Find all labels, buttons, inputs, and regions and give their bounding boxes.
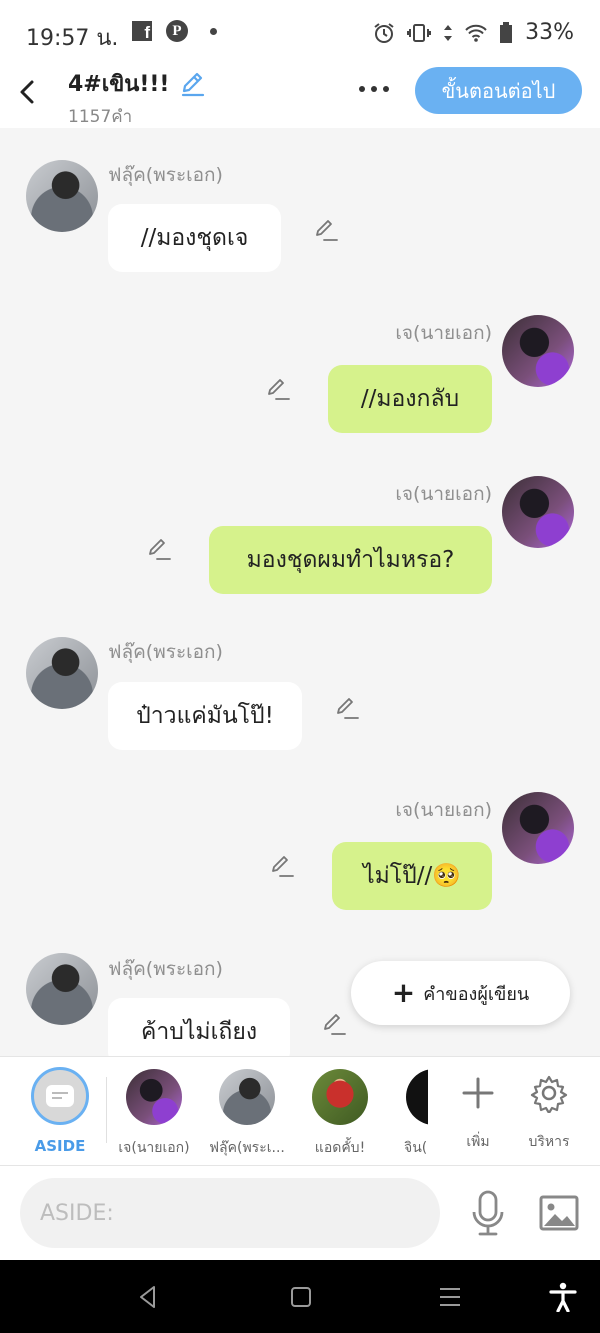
chat-bubble-icon xyxy=(46,1085,74,1107)
edit-message-icon[interactable] xyxy=(333,694,361,722)
more-dot-icon xyxy=(371,86,377,92)
chat-area[interactable]: ฟลุ๊ค(พระเอก) //มองชุดเจ เจ(นายเอก) //มอ… xyxy=(0,128,600,1056)
avatar-jay[interactable] xyxy=(502,315,574,387)
battery-percentage: 33% xyxy=(525,20,574,45)
message-bubble[interactable]: มองชุดผมทำไมหรอ? xyxy=(209,526,492,594)
character-label: ASIDE xyxy=(34,1137,86,1155)
add-label: เพิ่ม xyxy=(466,1134,490,1150)
message-input[interactable]: ASIDE: xyxy=(20,1178,440,1248)
header: 4#เขิน!!! 1157คำ ขั้นตอนต่อไป xyxy=(0,66,600,128)
character-jin[interactable]: จิน( xyxy=(398,1057,428,1166)
avatar-jay[interactable] xyxy=(502,476,574,548)
add-character-button[interactable]: เพิ่ม xyxy=(448,1057,508,1166)
character-flook[interactable]: ฟลุ๊ค(พระเ... xyxy=(204,1057,290,1166)
edit-message-icon[interactable] xyxy=(268,852,296,880)
system-nav-bar xyxy=(0,1260,600,1333)
avatar-flook[interactable] xyxy=(26,953,98,1025)
character-name: เจ(นายเอก) xyxy=(395,483,492,505)
edit-message-icon[interactable] xyxy=(145,535,173,563)
nav-recents-icon[interactable] xyxy=(437,1284,463,1310)
microphone-icon[interactable] xyxy=(470,1190,506,1236)
character-ted[interactable]: แอดคั้บ! xyxy=(300,1057,380,1166)
status-time: 19:57 น. xyxy=(26,26,119,51)
vibrate-icon xyxy=(407,23,432,42)
more-options-button[interactable] xyxy=(354,76,394,102)
image-icon[interactable] xyxy=(538,1192,580,1234)
avatar-jin xyxy=(406,1069,428,1125)
manage-button[interactable]: บริหาร xyxy=(518,1057,580,1166)
character-label: จิน( xyxy=(404,1140,428,1156)
data-arrows-icon xyxy=(444,24,453,41)
message-bubble[interactable]: //มองกลับ xyxy=(328,365,492,433)
gear-icon xyxy=(530,1075,568,1115)
author-note-button[interactable]: + คำของผู้เขียน xyxy=(351,961,570,1025)
message-bubble[interactable]: //มองชุดเจ xyxy=(108,204,281,272)
input-bar: ASIDE: xyxy=(0,1165,600,1260)
divider xyxy=(106,1077,107,1143)
plus-icon xyxy=(462,1077,494,1109)
avatar-ted xyxy=(312,1069,368,1125)
status-bar: 19:57 น. f P 33% xyxy=(0,0,600,66)
wifi-icon xyxy=(465,24,487,42)
character-name: เจ(นายเอก) xyxy=(395,799,492,821)
character-jay[interactable]: เจ(นายเอก) xyxy=(112,1057,196,1166)
title-area: 4#เขิน!!! 1157คำ xyxy=(68,66,207,130)
character-name: ฟลุ๊ค(พระเอก) xyxy=(108,958,223,980)
character-aside[interactable]: ASIDE xyxy=(24,1057,96,1166)
alarm-icon xyxy=(374,22,394,43)
edit-message-icon[interactable] xyxy=(320,1010,348,1038)
facebook-icon: f xyxy=(132,21,152,41)
message-bubble[interactable]: ป๋าวแค่มันโป๊! xyxy=(108,682,302,750)
nav-back-icon[interactable] xyxy=(135,1284,161,1310)
nav-home-icon[interactable] xyxy=(288,1284,314,1310)
character-selector-bar: ASIDE เจ(นายเอก) ฟลุ๊ค(พระเ... แอดคั้บ! … xyxy=(0,1056,600,1165)
avatar-flook xyxy=(219,1069,275,1125)
character-label: เจ(นายเอก) xyxy=(118,1140,190,1156)
edit-title-icon[interactable] xyxy=(179,70,207,98)
plus-icon: + xyxy=(391,976,416,1009)
avatar-jay[interactable] xyxy=(502,792,574,864)
edit-message-icon[interactable] xyxy=(264,375,292,403)
edit-message-icon[interactable] xyxy=(312,216,340,244)
character-name: ฟลุ๊ค(พระเอก) xyxy=(108,641,223,663)
character-label: ฟลุ๊ค(พระเ... xyxy=(209,1140,285,1156)
next-step-button[interactable]: ขั้นตอนต่อไป xyxy=(415,67,582,114)
author-note-label: คำของผู้เขียน xyxy=(423,983,530,1005)
character-name: ฟลุ๊ค(พระเอก) xyxy=(108,164,223,186)
word-count: 1157คำ xyxy=(68,107,133,127)
character-name: เจ(นายเอก) xyxy=(395,322,492,344)
notification-dot-icon xyxy=(210,27,217,35)
page-title: 4#เขิน!!! xyxy=(68,72,170,97)
back-arrow-icon[interactable] xyxy=(12,72,42,108)
pinterest-icon: P xyxy=(166,20,188,42)
avatar-flook[interactable] xyxy=(26,160,98,232)
more-dot-icon xyxy=(383,86,389,92)
aside-avatar xyxy=(31,1067,89,1125)
avatar-flook[interactable] xyxy=(26,637,98,709)
manage-label: บริหาร xyxy=(528,1134,570,1150)
accessibility-icon[interactable] xyxy=(549,1282,577,1312)
more-dot-icon xyxy=(359,86,365,92)
message-bubble[interactable]: ค้าบไม่เถียง xyxy=(108,998,290,1056)
message-bubble[interactable]: ไม่โป๊//🥺 xyxy=(332,842,492,910)
character-label: แอดคั้บ! xyxy=(314,1140,366,1156)
avatar-jay xyxy=(126,1069,182,1125)
battery-icon xyxy=(500,21,513,43)
